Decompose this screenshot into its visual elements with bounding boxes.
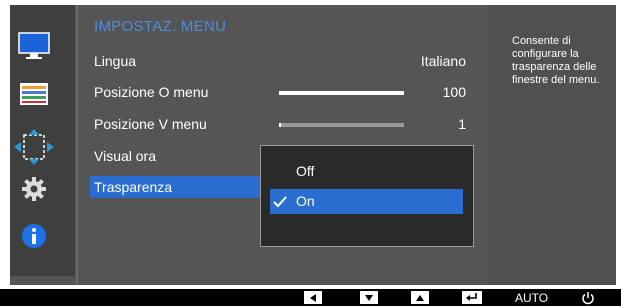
menu-item-value: Italiano — [420, 53, 466, 69]
menu-item-label: Visual ora — [94, 148, 157, 164]
menu-item-label: Posizione V menu — [94, 116, 207, 132]
menu-item-label: Lingua — [94, 53, 137, 69]
menu-item-label: Posizione O menu — [94, 84, 209, 100]
left-arrow-icon[interactable] — [304, 291, 322, 304]
power-icon[interactable] — [581, 291, 595, 304]
menu-item-posizione-o[interactable]: Posizione O menu 100 — [94, 81, 466, 103]
menu-item-value: 100 — [442, 84, 466, 100]
check-icon — [272, 193, 288, 218]
menu-item-value: 1 — [458, 116, 466, 132]
info-icon[interactable] — [18, 220, 50, 252]
menu-item-posizione-v[interactable]: Posizione V menu 1 — [94, 113, 466, 135]
position-slider[interactable] — [279, 91, 404, 95]
help-text: Consente di configurare la trasparenza d… — [512, 35, 600, 86]
slider-fill — [279, 91, 404, 95]
position-slider[interactable] — [279, 123, 404, 127]
menu-item-label: Trasparenza — [94, 179, 173, 195]
option-off[interactable]: Off — [270, 159, 463, 184]
down-arrow-icon[interactable] — [360, 291, 378, 304]
resize-arrows-icon[interactable] — [14, 127, 54, 167]
enter-icon[interactable] — [462, 291, 482, 304]
menu-title: IMPOSTAZ. MENU — [94, 18, 227, 35]
option-label: On — [296, 193, 315, 209]
color-bars-icon[interactable] — [18, 78, 50, 110]
option-label: Off — [296, 163, 315, 179]
slider-fill — [279, 123, 281, 127]
up-arrow-icon[interactable] — [411, 291, 429, 304]
option-on[interactable]: On — [270, 189, 463, 214]
gear-icon[interactable] — [18, 173, 50, 205]
auto-button[interactable]: AUTO — [515, 291, 548, 305]
monitor-icon[interactable] — [18, 30, 50, 62]
menu-item-lingua[interactable]: Lingua Italiano — [94, 50, 466, 72]
